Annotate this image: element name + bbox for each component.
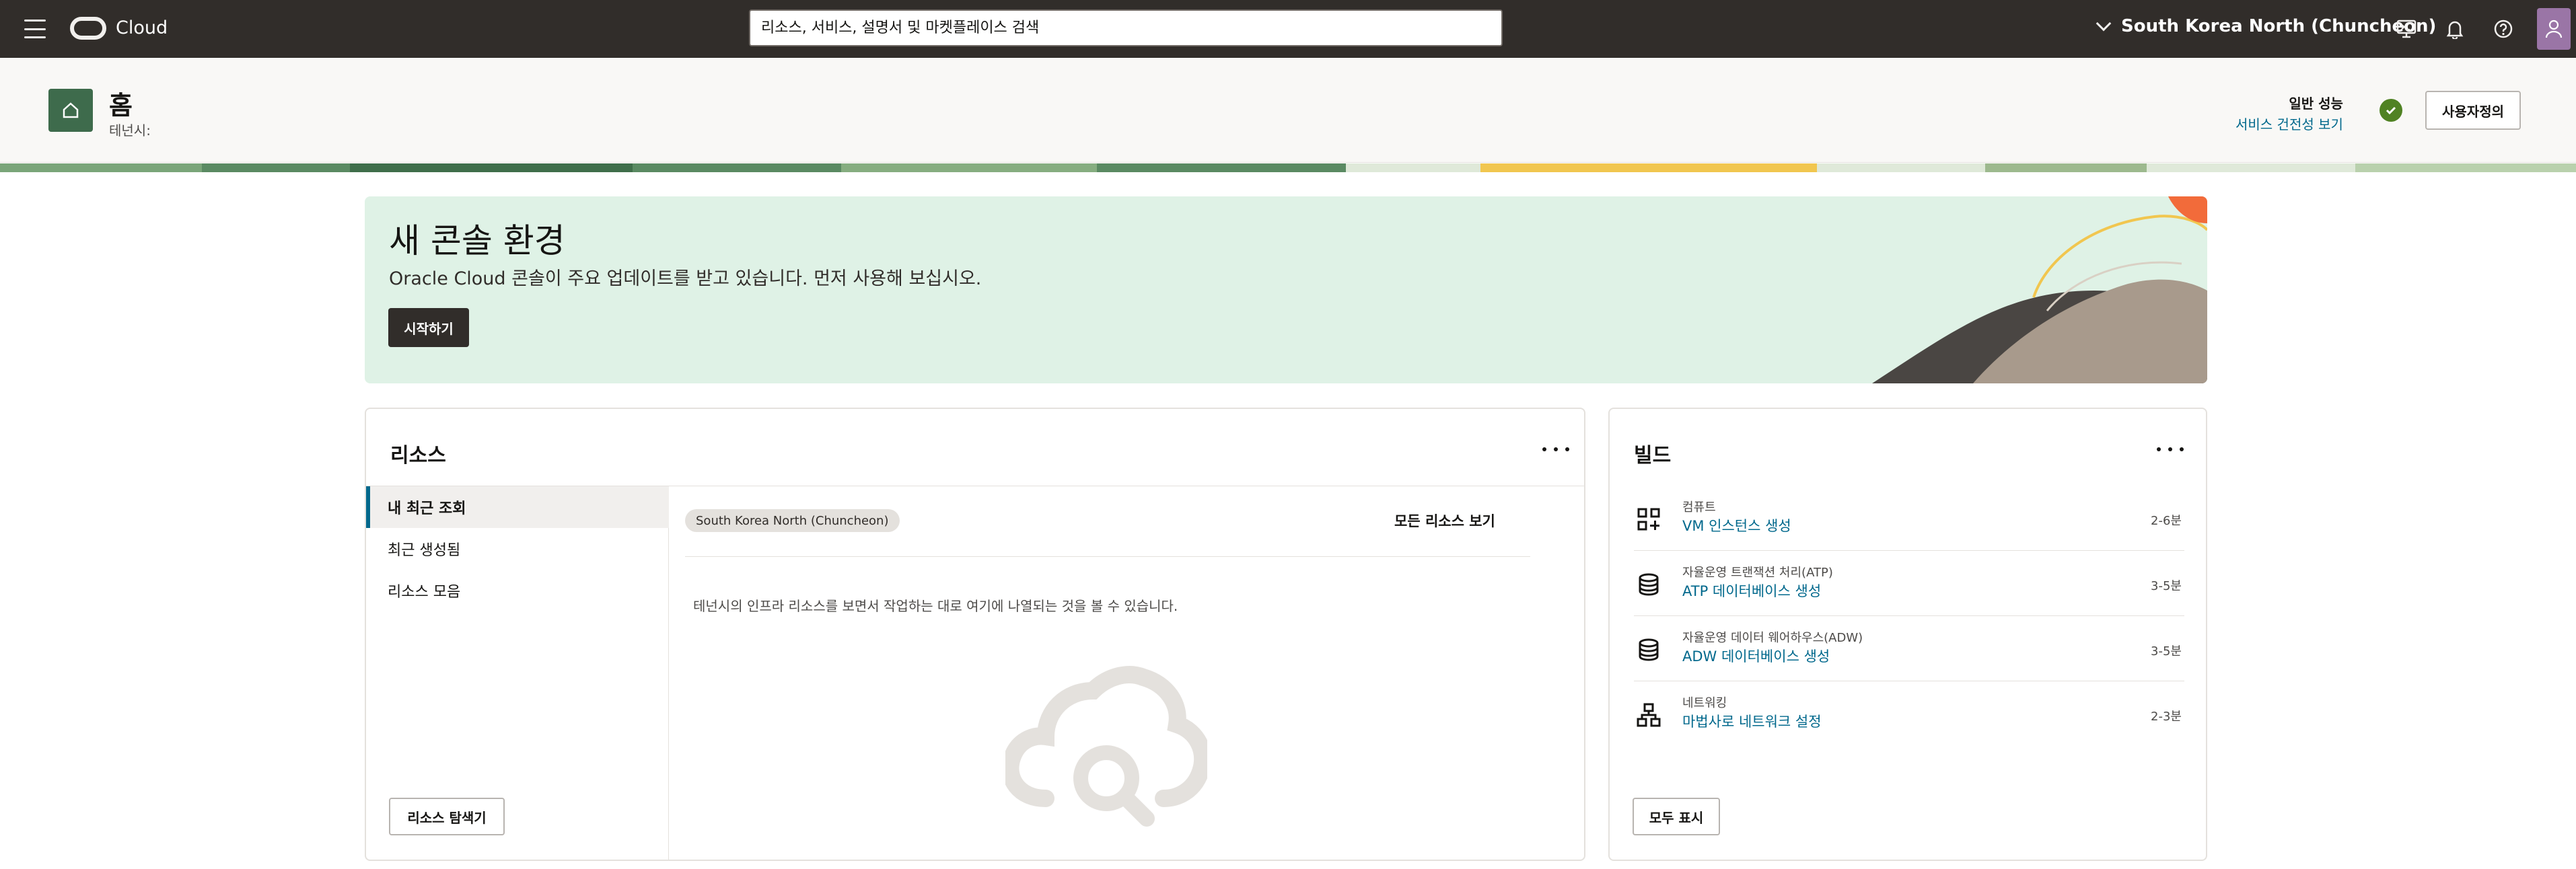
decorative-strip [0,163,2576,172]
more-actions-icon[interactable] [1542,443,1569,456]
build-time: 2-3분 [2151,710,2182,724]
page-header: 홈 테넌시: 일반 성능 서비스 건전성 보기 사용자정의 [0,58,2576,163]
build-item-vm: 컴퓨트 VM 인스턴스 생성 2-6분 [1634,486,2184,551]
customize-button[interactable]: 사용자정의 [2425,91,2521,130]
empty-state-text: 테넌시의 인프라 리소스를 보면서 작업하는 대로 여기에 나열되는 것을 볼 … [693,598,1178,614]
create-adw-link[interactable]: ADW 데이터베이스 생성 [1682,646,1830,666]
user-avatar-icon[interactable] [2537,8,2571,50]
nav-recently-created[interactable]: 최근 생성됨 [366,528,669,570]
build-category: 자율운영 트랜잭션 처리(ATP) [1682,566,1833,580]
chevron-down-icon [2096,15,2112,32]
check-circle-icon [2380,99,2402,122]
cloud-shell-icon[interactable] [2394,17,2419,41]
view-all-resources-link[interactable]: 모든 리소스 보기 [1394,511,1495,531]
new-console-banner: 새 콘솔 환경 Oracle Cloud 콘솔이 주요 업데이트를 받고 있습니… [365,196,2207,383]
build-item-adw: 자율운영 데이터 웨어하우스(ADW) ADW 데이터베이스 생성 3-5분 [1634,616,2184,681]
resources-card: 리소스 내 최근 조회 최근 생성됨 리소스 모음 리소스 탐색기 South … [365,408,1585,861]
home-icon [48,89,93,132]
resources-title: 리소스 [390,444,446,467]
resources-content: South Korea North (Chuncheon) 모든 리소스 보기 … [669,486,1584,860]
get-started-button[interactable]: 시작하기 [388,308,469,347]
cloud-search-icon [1005,666,1207,827]
build-category: 컴퓨트 [1682,500,1716,515]
menu-icon[interactable] [24,20,46,38]
build-card: 빌드 컴퓨트 VM 인스턴스 생성 2-6분 자율운영 트랜잭션 처리(ATP)… [1608,408,2207,861]
build-item-network: 네트워킹 마법사로 네트워크 설정 2-3분 [1634,681,2184,747]
network-wizard-link[interactable]: 마법사로 네트워크 설정 [1682,711,1822,731]
region-label: South Korea North (Chuncheon) [2121,16,2437,36]
nav-resource-collections[interactable]: 리소스 모음 [366,570,669,611]
resource-explorer-button[interactable]: 리소스 탐색기 [389,798,505,835]
database-icon [1639,573,1659,596]
search-input[interactable] [749,9,1503,46]
build-list: 컴퓨트 VM 인스턴스 생성 2-6분 자율운영 트랜잭션 처리(ATP) AT… [1634,486,2184,747]
top-navigation-bar: Cloud South Korea North (Chuncheon) [0,0,2576,58]
create-atp-link[interactable]: ATP 데이터베이스 생성 [1682,580,1821,601]
page-title: 홈 [109,91,133,120]
tenancy-label: 테넌시: [109,122,151,139]
divider [685,556,1530,557]
region-selector[interactable]: South Korea North (Chuncheon) [2096,15,2437,36]
brand-name[interactable]: Cloud [116,17,168,38]
build-time: 3-5분 [2151,579,2182,593]
banner-title: 새 콘솔 환경 [389,221,565,260]
build-item-atp: 자율운영 트랜잭션 처리(ATP) ATP 데이터베이스 생성 3-5분 [1634,551,2184,616]
performance-label: 일반 성능 [2289,96,2343,112]
nav-recent-views[interactable]: 내 최근 조회 [366,486,669,528]
region-chip: South Korea North (Chuncheon) [685,509,900,532]
banner-text: Oracle Cloud 콘솔이 주요 업데이트를 받고 있습니다. 먼저 사용… [389,268,982,289]
build-time: 2-6분 [2151,514,2182,528]
build-category: 네트워킹 [1682,696,1727,710]
more-actions-icon[interactable] [2157,443,2184,456]
show-all-button[interactable]: 모두 표시 [1633,798,1720,835]
help-icon[interactable] [2491,17,2515,41]
service-status: 일반 성능 서비스 건전성 보기 [2235,93,2343,133]
compute-icon [1637,508,1660,531]
build-time: 3-5분 [2151,644,2182,658]
network-icon [1637,703,1661,727]
create-vm-link[interactable]: VM 인스턴스 생성 [1682,515,1791,535]
build-category: 자율운영 데이터 웨어하우스(ADW) [1682,631,1863,645]
bell-icon[interactable] [2443,17,2467,41]
banner-illustration [1872,196,2207,383]
database-icon [1639,638,1659,661]
build-title: 빌드 [1634,444,1672,467]
service-health-link[interactable]: 서비스 건전성 보기 [2235,114,2343,133]
oracle-logo-icon[interactable] [70,17,106,40]
